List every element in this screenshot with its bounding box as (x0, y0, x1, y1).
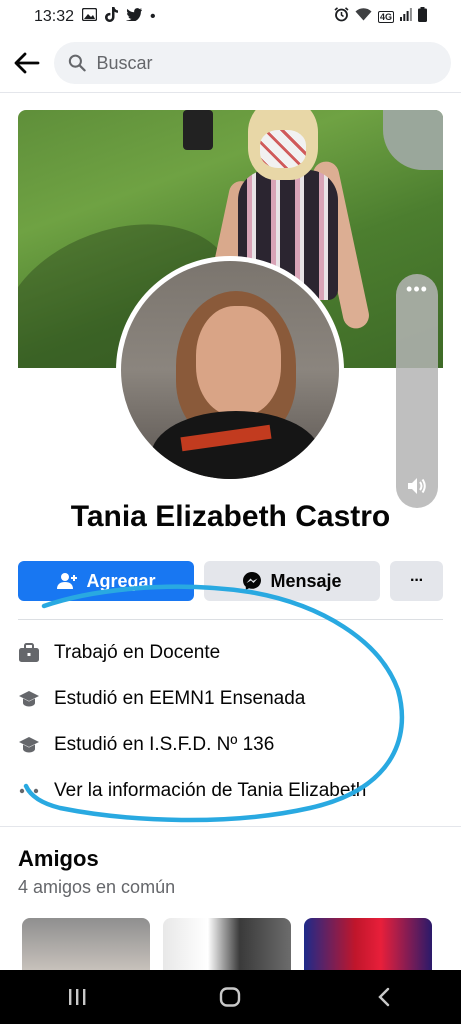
profile-picture[interactable] (116, 256, 344, 484)
see-about-text: Ver la información de Tania Elizabeth (54, 780, 367, 801)
profile-name: Tania Elizabeth Castro (70, 500, 391, 533)
avatar (121, 261, 339, 479)
status-bar: 13:32 • 4G (0, 0, 461, 34)
back-button[interactable] (10, 46, 44, 80)
add-friend-icon (57, 573, 78, 589)
search-header (0, 38, 461, 88)
more-options-button[interactable]: ··· (390, 561, 443, 601)
messenger-icon (243, 572, 262, 590)
volume-slider[interactable]: ••• (396, 274, 438, 508)
search-box[interactable] (54, 42, 451, 84)
graduation-cap-icon (18, 688, 40, 710)
mutual-friends-count[interactable]: 4 amigos en común (18, 877, 175, 898)
recent-apps-icon (68, 989, 86, 1005)
battery-icon (418, 7, 427, 27)
header-divider (0, 92, 461, 93)
search-icon (68, 54, 86, 72)
back-arrow-icon (14, 52, 40, 74)
info-education-2: Estudió en I.S.F.D. Nº 136 (18, 722, 443, 768)
friends-title: Amigos (18, 846, 99, 871)
info-work: Trabajó en Docente (18, 630, 443, 676)
info-work-text: Trabajó en Docente (54, 642, 221, 663)
volume-menu-icon[interactable]: ••• (406, 280, 428, 298)
wifi-icon (355, 8, 372, 26)
more-dots-icon (18, 780, 40, 802)
twitter-icon (126, 8, 143, 26)
actions-divider (18, 619, 443, 620)
friend-photo[interactable] (163, 918, 291, 970)
friend-photo[interactable] (22, 918, 150, 970)
graduation-cap-icon (18, 734, 40, 756)
info-education-1-text: Estudió en EEMN1 Ensenada (54, 688, 306, 709)
add-friend-button[interactable]: Agregar (18, 561, 194, 601)
status-left: 13:32 • (34, 7, 156, 27)
message-label: Mensaje (270, 570, 342, 591)
network-type-icon: 4G (377, 11, 394, 23)
status-time: 13:32 (34, 8, 75, 25)
more-icon: ··· (410, 572, 424, 589)
search-input[interactable] (96, 52, 437, 74)
see-about-link[interactable]: Ver la información de Tania Elizabeth (18, 768, 443, 814)
tiktok-icon (105, 7, 119, 27)
info-education-1: Estudió en EEMN1 Ensenada (18, 676, 443, 722)
intro-list: Trabajó en Docente Estudió en EEMN1 Ense… (18, 630, 443, 814)
chevron-left-icon (378, 987, 390, 1007)
briefcase-icon (18, 642, 40, 664)
add-friend-label: Agregar (86, 570, 156, 591)
info-education-2-text: Estudió en I.S.F.D. Nº 136 (54, 734, 275, 755)
speaker-icon[interactable] (406, 476, 428, 496)
message-button[interactable]: Mensaje (204, 561, 380, 601)
system-nav-bar (0, 970, 461, 1024)
profile-actions: Agregar Mensaje ··· (18, 561, 443, 601)
recent-apps-button[interactable] (47, 975, 107, 1019)
signal-icon (400, 8, 412, 26)
friend-thumbnails (22, 918, 442, 970)
status-right: 4G (334, 7, 427, 27)
alarm-icon (334, 7, 349, 27)
status-dot: • (150, 8, 156, 25)
home-icon (220, 987, 241, 1007)
section-divider (0, 826, 461, 827)
gallery-icon (81, 7, 98, 26)
home-button[interactable] (200, 975, 260, 1019)
system-back-button[interactable] (354, 975, 414, 1019)
friend-photo[interactable] (304, 918, 432, 970)
